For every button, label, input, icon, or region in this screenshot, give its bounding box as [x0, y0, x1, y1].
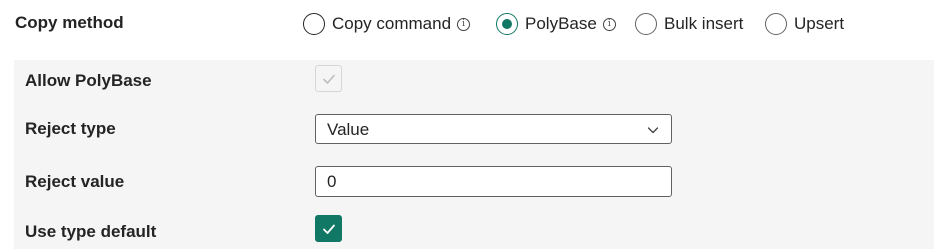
reject-type-label: Reject type: [25, 119, 116, 138]
radio-circle-polybase[interactable]: [496, 13, 518, 35]
radio-label-polybase: PolyBase: [525, 14, 597, 33]
allow-polybase-label: Allow PolyBase: [25, 71, 152, 90]
reject-type-dropdown[interactable]: Value: [315, 114, 672, 144]
radio-circle-bulk-insert[interactable]: [635, 13, 657, 35]
use-type-default-label: Use type default: [25, 222, 157, 241]
allow-polybase-checkbox[interactable]: [315, 65, 342, 92]
use-type-default-checkbox[interactable]: [315, 215, 342, 242]
reject-value-input[interactable]: [315, 166, 672, 197]
radio-polybase[interactable]: PolyBase i: [496, 12, 616, 36]
checkmark-icon: [322, 74, 335, 84]
info-icon[interactable]: i: [457, 17, 471, 31]
radio-selected-dot: [502, 19, 512, 29]
radio-label-copy-command: Copy command: [332, 14, 452, 33]
reject-type-value: Value: [327, 120, 370, 139]
reject-value-label: Reject value: [25, 172, 125, 191]
radio-upsert[interactable]: Upsert: [765, 12, 844, 36]
radio-label-bulk-insert: Bulk insert: [664, 14, 744, 33]
polybase-settings-panel: Allow PolyBase Reject type Value Reject …: [14, 60, 934, 249]
copy-method-row: Copy method Copy command i PolyBase i Bu…: [0, 0, 934, 50]
info-icon[interactable]: i: [602, 17, 616, 31]
radio-bulk-insert[interactable]: Bulk insert: [635, 12, 743, 36]
radio-label-upsert: Upsert: [794, 14, 845, 33]
radio-circle-copy-command[interactable]: [303, 13, 325, 35]
checkmark-icon: [322, 224, 335, 234]
copy-method-label: Copy method: [15, 13, 124, 32]
radio-copy-command[interactable]: Copy command i: [303, 12, 471, 36]
chevron-down-icon: [647, 127, 659, 134]
radio-circle-upsert[interactable]: [765, 13, 787, 35]
